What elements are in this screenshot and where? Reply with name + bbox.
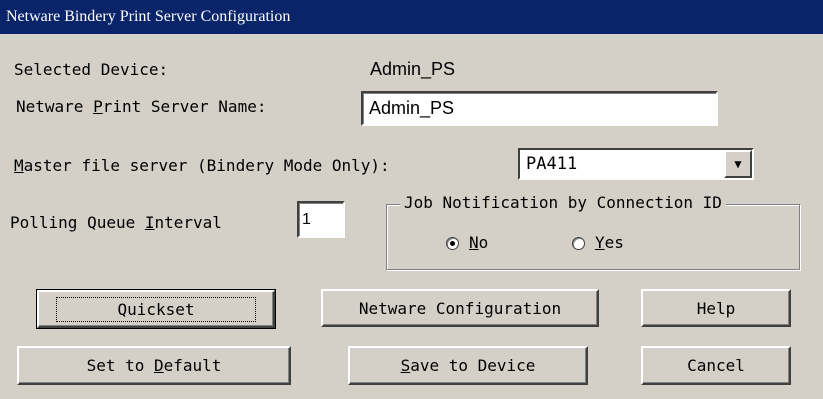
radio-yes[interactable]: Yes [572, 233, 624, 253]
help-button[interactable]: Help [641, 289, 791, 327]
set-to-default-label: Set to Default [86, 356, 222, 375]
polling-queue-interval-label: Polling Queue Interval [10, 213, 222, 232]
selected-device-label: Selected Device: [14, 60, 169, 79]
master-file-server-value: PA411 [526, 154, 578, 174]
chevron-down-icon: ▼ [734, 157, 742, 171]
radio-no[interactable]: No [446, 233, 488, 253]
netware-configuration-button[interactable]: Netware Configuration [321, 289, 599, 327]
master-file-server-label: Master file server (Bindery Mode Only): [14, 156, 390, 175]
cancel-button[interactable]: Cancel [641, 346, 791, 385]
radio-yes-label: Yes [595, 233, 624, 252]
netware-configuration-label: Netware Configuration [358, 298, 562, 318]
window-title: Netware Bindery Print Server Configurati… [6, 8, 291, 25]
title-bar: Netware Bindery Print Server Configurati… [0, 0, 823, 34]
print-server-name-label: Netware Print Server Name: [16, 97, 267, 116]
radio-no-checked-icon [446, 236, 459, 250]
help-label: Help [696, 298, 736, 318]
quickset-label: Quickset [56, 296, 256, 322]
print-server-config-dialog: Netware Bindery Print Server Configurati… [0, 0, 823, 399]
selected-device-value: Admin_PS [370, 59, 456, 79]
save-to-device-button[interactable]: Save to Device [348, 346, 588, 385]
print-server-name-field[interactable] [361, 91, 718, 126]
save-to-device-label: Save to Device [400, 356, 536, 375]
polling-queue-interval-input[interactable] [299, 203, 343, 236]
job-notification-title: Job Notification by Connection ID [400, 193, 726, 213]
dropdown-arrow-button[interactable]: ▼ [724, 150, 752, 178]
radio-no-label: No [469, 233, 489, 252]
print-server-name-input[interactable] [363, 93, 716, 124]
set-to-default-button[interactable]: Set to Default [17, 346, 291, 385]
radio-yes-unchecked-icon [572, 236, 585, 250]
master-file-server-dropdown[interactable]: PA411 ▼ [518, 148, 754, 180]
cancel-label: Cancel [687, 356, 745, 375]
polling-queue-interval-field[interactable] [297, 201, 345, 238]
quickset-button[interactable]: Quickset [36, 289, 276, 329]
